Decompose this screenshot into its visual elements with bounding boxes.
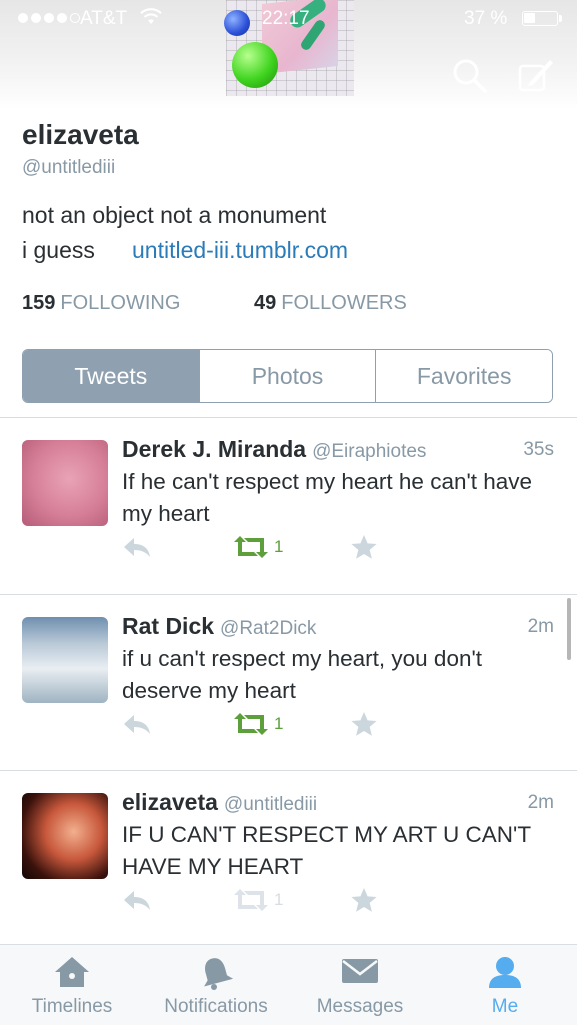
tweet-timestamp: 2m bbox=[527, 616, 554, 637]
tab-label: Timelines bbox=[31, 996, 113, 1017]
retweet-icon bbox=[234, 889, 268, 911]
status-time: 22:17 bbox=[262, 8, 310, 29]
retweet-button[interactable]: 1 bbox=[232, 534, 304, 560]
favorite-icon[interactable] bbox=[350, 887, 378, 913]
tab-messages[interactable]: Messages bbox=[290, 945, 430, 1025]
tab-timelines[interactable]: Timelines bbox=[2, 945, 142, 1025]
wifi-icon bbox=[140, 8, 162, 24]
tweet-text: IF U CAN'T RESPECT MY ART U CAN'T HAVE M… bbox=[122, 822, 531, 879]
search-icon[interactable] bbox=[450, 56, 490, 96]
followers-label: FOLLOWERS bbox=[281, 292, 407, 314]
profile-website-link[interactable]: untitled-iii.tumblr.com bbox=[132, 237, 348, 264]
scrollbar[interactable] bbox=[567, 598, 571, 660]
tweet-author-name: elizaveta bbox=[122, 789, 218, 815]
favorite-icon[interactable] bbox=[350, 711, 378, 737]
following-label: FOLLOWING bbox=[60, 292, 181, 314]
profile-handle: @untitlediii bbox=[22, 157, 116, 178]
tab-label: Notifications bbox=[164, 996, 268, 1017]
profile-header: AT&T 22:17 37 % bbox=[0, 0, 577, 110]
reply-icon[interactable] bbox=[122, 534, 152, 560]
profile-bio-line: i guess bbox=[22, 237, 95, 263]
tweet-author-handle: @Rat2Dick bbox=[220, 618, 317, 639]
battery-cap bbox=[559, 15, 562, 22]
carrier-name: AT&T bbox=[80, 8, 128, 29]
tab-photos[interactable]: Photos bbox=[198, 350, 376, 402]
retweet-count: 1 bbox=[274, 714, 284, 733]
avatar[interactable] bbox=[22, 793, 108, 879]
retweet-icon bbox=[234, 536, 268, 558]
tab-me[interactable]: Me bbox=[435, 945, 575, 1025]
tweet[interactable]: Derek J. Miranda @Eiraphiotes 35s If he c… bbox=[0, 418, 577, 594]
tweet-author-name: Derek J. Miranda bbox=[122, 436, 307, 462]
battery-icon bbox=[522, 11, 558, 26]
bottom-tab-bar: Timelines Notifications Messages Me bbox=[0, 944, 577, 1025]
retweet-count: 1 bbox=[274, 890, 284, 909]
battery-level-fill bbox=[524, 13, 535, 23]
tab-label: Me bbox=[491, 996, 519, 1017]
tweet[interactable]: Rat Dick @Rat2Dick 2m if u can't respect … bbox=[0, 595, 577, 771]
retweet-button: 1 bbox=[232, 887, 304, 913]
tab-favorites[interactable]: Favorites bbox=[375, 350, 552, 402]
retweet-icon bbox=[234, 713, 268, 735]
tweet-author-name: Rat Dick bbox=[122, 613, 215, 639]
tweet-author-handle: @Eiraphiotes bbox=[312, 441, 427, 462]
status-bar: AT&T 22:17 37 % bbox=[0, 0, 577, 38]
favorite-icon[interactable] bbox=[350, 534, 378, 560]
reply-icon[interactable] bbox=[122, 711, 152, 737]
followers-count: 49 bbox=[254, 292, 277, 314]
home-icon bbox=[55, 957, 89, 987]
tweet-timestamp: 35s bbox=[523, 439, 554, 460]
profile-tabs: Tweets Photos Favorites bbox=[22, 349, 553, 403]
following-count: 159 bbox=[22, 292, 56, 314]
tab-notifications[interactable]: Notifications bbox=[146, 945, 286, 1025]
followers-stat[interactable]: 49 FOLLOWERS bbox=[254, 292, 407, 315]
battery-percent: 37 % bbox=[464, 8, 508, 29]
tweet-timestamp: 2m bbox=[527, 792, 554, 813]
following-stat[interactable]: 159 FOLLOWING bbox=[22, 292, 180, 315]
profile-bio-line: not an object not a monument bbox=[22, 202, 327, 228]
tweet-author-handle: @untitlediii bbox=[223, 794, 318, 815]
compose-icon[interactable] bbox=[516, 56, 556, 96]
envelope-icon bbox=[342, 959, 378, 983]
tweet[interactable]: elizaveta @untitlediii 2m IF U CAN'T RESP… bbox=[0, 771, 577, 947]
person-icon bbox=[489, 957, 521, 988]
tab-tweets[interactable]: Tweets bbox=[23, 350, 199, 402]
retweet-count: 1 bbox=[274, 537, 284, 556]
tab-label: Messages bbox=[316, 996, 404, 1017]
tweet-text: If he can't respect my heart he can't ha… bbox=[122, 469, 533, 526]
avatar[interactable] bbox=[22, 617, 108, 703]
signal-strength-icon bbox=[18, 13, 80, 23]
avatar[interactable] bbox=[22, 440, 108, 526]
retweet-button[interactable]: 1 bbox=[232, 711, 304, 737]
bell-icon bbox=[204, 958, 234, 990]
profile-display-name: elizaveta bbox=[22, 119, 139, 150]
header-art-green-ball bbox=[232, 42, 278, 88]
tweet-text: if u can't respect my heart, you don't d… bbox=[122, 646, 483, 703]
reply-icon[interactable] bbox=[122, 887, 152, 913]
